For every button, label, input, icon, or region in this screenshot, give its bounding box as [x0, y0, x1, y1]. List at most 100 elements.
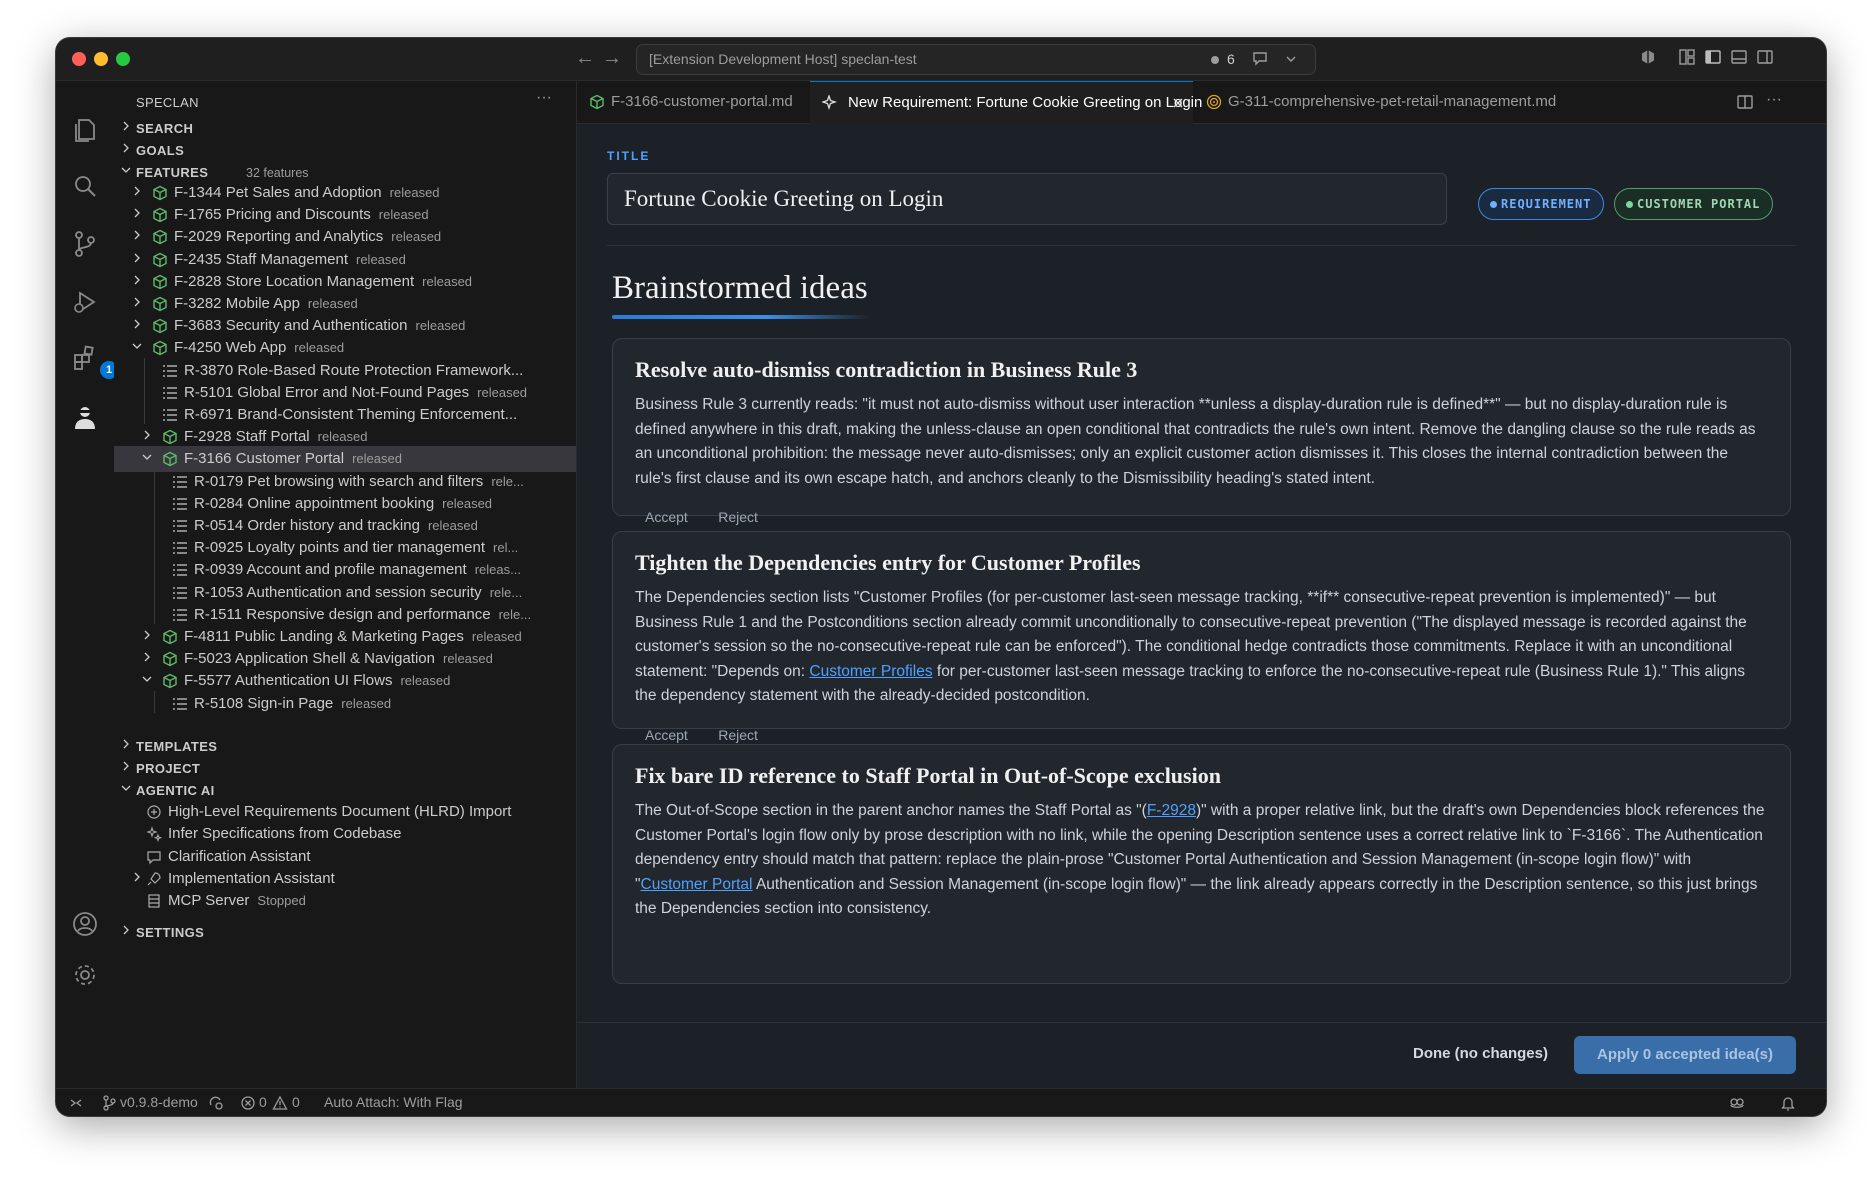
tab-new-requirement[interactable]: New Requirement: Fortune Cookie Greeting… [810, 81, 1202, 124]
command-center[interactable]: [Extension Development Host] speclan-tes… [636, 44, 1316, 75]
item-name: R-5101 Global Error and Not-Found Pages [184, 383, 470, 401]
chevron-right-icon[interactable] [132, 319, 142, 329]
item-name: Clarification Assistant [168, 847, 311, 865]
tree-item-label: F-2828 Store Location Management released [174, 273, 472, 290]
customize-layout-icon[interactable] [1678, 48, 1696, 66]
split-editor-icon[interactable] [1736, 93, 1754, 111]
idea-card: Resolve auto-dismiss contradiction in Bu… [612, 338, 1791, 525]
tree-item-requirement[interactable]: R-5108 Sign-in Page released [114, 691, 576, 717]
run-debug-icon[interactable] [70, 287, 100, 317]
accept-button[interactable]: Accept [635, 723, 698, 747]
chevron-right-icon[interactable] [132, 275, 142, 285]
section-label: AGENTIC AI [136, 783, 215, 798]
toggle-panel-icon[interactable] [1730, 48, 1748, 66]
chevron-right-icon[interactable] [142, 430, 152, 440]
item-name: F-2029 Reporting and Analytics [174, 228, 384, 246]
requirement-list-icon [173, 498, 187, 510]
title-input[interactable]: Fortune Cookie Greeting on Login [607, 173, 1447, 225]
reject-button[interactable]: Reject [708, 723, 768, 747]
back-arrow-icon[interactable]: ← [575, 47, 595, 70]
chevron-right-icon[interactable] [142, 652, 152, 662]
staff-portal-link[interactable]: F-2928 [1147, 802, 1196, 819]
source-control-icon[interactable] [70, 229, 100, 259]
error-count[interactable]: 0 [259, 1094, 267, 1110]
extensions-button[interactable]: 1 [70, 343, 118, 379]
chevron-down-icon[interactable] [142, 452, 152, 462]
maximize-window-button[interactable] [116, 52, 130, 66]
toggle-secondary-sidebar-icon[interactable] [1756, 48, 1774, 66]
copilot-status-icon[interactable] [1728, 1094, 1746, 1112]
command-center-title: [Extension Development Host] speclan-tes… [649, 51, 917, 67]
chevron-right-icon[interactable] [132, 253, 142, 263]
tree-item-label: F-2435 Staff Management released [174, 251, 406, 268]
chevron-right-icon[interactable] [132, 872, 142, 882]
manage-gear-icon[interactable] [70, 960, 100, 990]
chevron-down-icon[interactable] [132, 341, 142, 351]
editor-more-actions-icon[interactable]: ··· [1766, 91, 1782, 109]
agentic-ai-item[interactable]: MCP Server Stopped [114, 888, 576, 914]
indent-guide [144, 357, 145, 425]
item-status: released [294, 340, 345, 356]
item-status: released [307, 296, 358, 311]
account-icon[interactable] [70, 909, 100, 939]
idea-card: Fix bare ID reference to Staff Portal in… [612, 744, 1791, 984]
requirement-list-icon [163, 409, 177, 421]
tab-customer-portal-md[interactable]: F-3166-customer-portal.md [577, 81, 809, 123]
item-status: released [415, 318, 466, 334]
requirement-list-icon [163, 364, 177, 377]
agentic-item-label: High-Level Requirements Document (HLRD) … [168, 803, 519, 820]
warning-count[interactable]: 0 [292, 1094, 300, 1110]
item-name: F-2928 Staff Portal [184, 428, 310, 446]
warning-icon[interactable] [272, 1095, 288, 1111]
tree-item-label: R-3870 Role-Based Route Protection Frame… [184, 362, 531, 379]
remote-icon[interactable] [68, 1095, 84, 1111]
reject-button[interactable]: Reject [708, 505, 768, 529]
close-tab-icon[interactable] [1172, 97, 1184, 109]
chevron-right-icon[interactable] [132, 230, 142, 240]
copilot-icon[interactable] [1639, 48, 1657, 66]
tab-comprehensive-pet-retail-md[interactable]: G-311-comprehensive-pet-retail-managemen… [1194, 81, 1556, 123]
chevron-right-icon [123, 925, 129, 935]
chevron-right-icon[interactable] [132, 208, 142, 218]
section-label: TEMPLATES [136, 739, 218, 754]
customer-profiles-link[interactable]: Customer Profiles [809, 663, 932, 680]
branch-icon[interactable] [102, 1095, 116, 1111]
chevron-right-icon[interactable] [132, 297, 142, 307]
toggle-primary-sidebar-icon[interactable] [1704, 48, 1722, 66]
rocket-icon [147, 872, 161, 886]
item-name: High-Level Requirements Document (HLRD) … [168, 803, 512, 820]
minimize-window-button[interactable] [94, 52, 108, 66]
close-window-button[interactable] [72, 52, 86, 66]
customer-portal-link[interactable]: Customer Portal [641, 876, 753, 893]
bell-icon[interactable] [1780, 1094, 1796, 1112]
chevron-down-icon[interactable] [1285, 53, 1297, 65]
chevron-right-icon[interactable] [132, 186, 142, 196]
item-name: Implementation Assistant [168, 869, 335, 887]
chat-icon[interactable] [1251, 49, 1269, 67]
item-status: releas... [474, 562, 521, 578]
feature-box-icon [153, 296, 167, 312]
error-icon[interactable] [240, 1095, 256, 1111]
item-status: released [400, 673, 451, 689]
feature-box-icon [153, 230, 167, 245]
more-actions-icon[interactable]: ··· [536, 89, 552, 107]
speclan-icon[interactable] [70, 403, 100, 433]
explorer-icon[interactable] [70, 115, 100, 145]
apply-ideas-button[interactable]: Apply 0 accepted idea(s) [1574, 1036, 1796, 1074]
feature-box-icon [153, 341, 167, 356]
done-button[interactable]: Done (no changes) [1413, 1045, 1548, 1062]
accept-button[interactable]: Accept [635, 505, 698, 529]
item-status: released [471, 629, 522, 644]
sync-icon[interactable] [208, 1095, 224, 1111]
forward-arrow-icon[interactable]: → [602, 47, 622, 70]
chevron-right-icon[interactable] [142, 630, 152, 640]
branch-name[interactable]: v0.9.8-demo [120, 1094, 198, 1110]
chevron-right-icon [123, 143, 129, 153]
chevron-down-icon[interactable] [142, 674, 152, 684]
tree-item-label: R-0939 Account and profile management rel… [194, 561, 521, 578]
search-icon[interactable] [70, 172, 100, 202]
auto-attach-status[interactable]: Auto Attach: With Flag [324, 1094, 463, 1110]
item-status: released [352, 451, 402, 467]
parent-feature-pill[interactable]: CUSTOMER PORTAL [1614, 188, 1774, 220]
section-settings[interactable]: SETTINGS [114, 919, 576, 945]
